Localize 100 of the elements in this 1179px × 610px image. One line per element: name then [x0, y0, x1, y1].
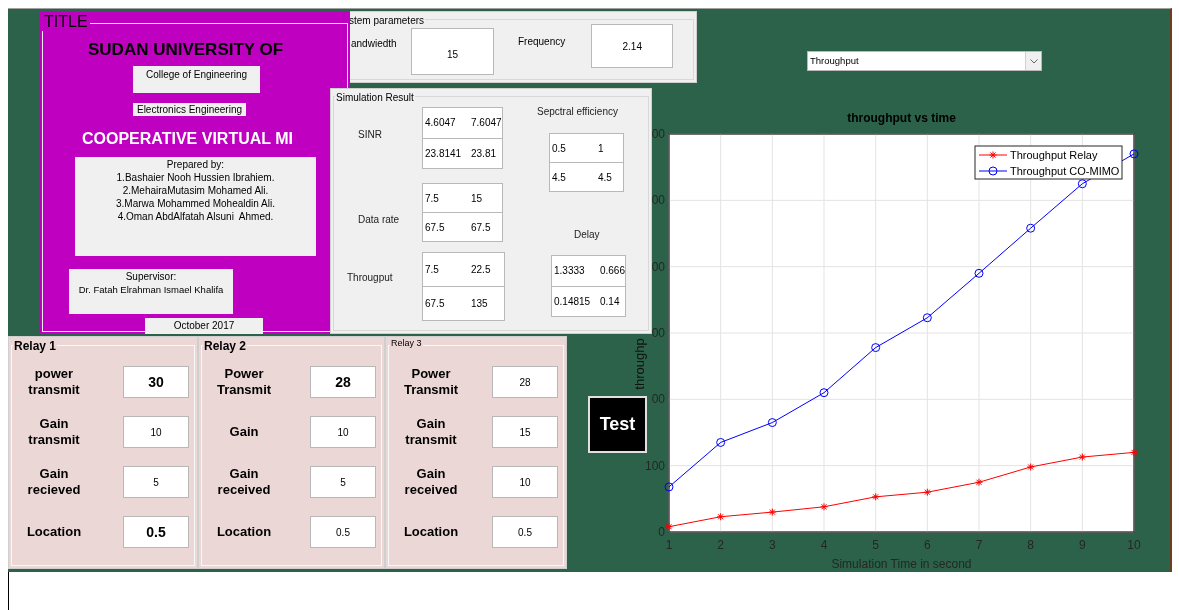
field-label: Location — [25, 524, 83, 540]
x-tick-label: 5 — [872, 538, 879, 552]
y-tick-label: 100 — [644, 458, 665, 473]
y-axis-label: throughp — [632, 338, 647, 390]
panel-title: Relay 3 — [390, 337, 423, 351]
x-tick-label: 6 — [924, 538, 931, 552]
table-cell-text: 0.666 — [599, 264, 625, 279]
author-name: 1.Bashaier Nooh Hussien Ibrahiem. — [116, 171, 275, 184]
field-label: Gain recieved — [26, 466, 82, 498]
college-label: College of Engineering — [133, 66, 260, 93]
data-point — [665, 522, 673, 531]
x-tick-label: 2 — [717, 538, 724, 552]
table-cell-text: 23.81 — [471, 146, 497, 161]
chart-title: throughput vs time — [847, 111, 956, 125]
data-point — [871, 343, 881, 353]
date-label: October 2017 — [145, 318, 263, 334]
table-cell-text: 67.5 — [425, 297, 446, 311]
result-label: Sepctral efficiency — [537, 105, 618, 119]
x-tick-label: 8 — [1027, 538, 1034, 552]
field-label: Power Transmit — [215, 366, 273, 398]
data-point — [1130, 448, 1138, 457]
input-field[interactable]: 15 — [492, 416, 558, 448]
result-label: Througput — [347, 271, 393, 285]
field-label: Frequency — [518, 34, 566, 49]
project-title: COOPERATIVE VIRTUAL MI — [82, 129, 293, 149]
table-cell-text: 67.5 — [471, 220, 491, 235]
table-cell-text: 1 — [598, 141, 604, 156]
input-field[interactable]: 5 — [310, 466, 376, 498]
field-label: Gain received — [216, 466, 272, 498]
legend-label: Throughput CO-MIMO — [1010, 165, 1120, 177]
data-point — [1129, 149, 1139, 159]
input-field[interactable]: 28 — [492, 366, 558, 398]
x-tick-label: 10 — [1127, 538, 1141, 552]
input-field[interactable]: 10 — [123, 416, 189, 448]
x-tick-label: 7 — [975, 538, 983, 552]
table-cell-text: 0.14815 — [554, 294, 592, 309]
table-cell-text: 7.6047 — [471, 116, 502, 131]
data-point — [974, 268, 984, 278]
university-name: SUDAN UNIVERSITY OF — [88, 39, 284, 61]
supervisor-name: Dr. Fatah Elrahman Ismael Khalifa — [78, 283, 224, 296]
chevron-down-icon — [1029, 58, 1038, 64]
plot-dropdown[interactable]: Throughput — [807, 51, 1042, 71]
table-cell-text: 67.5 — [425, 220, 446, 235]
table-cell-text: 0.14 — [600, 294, 620, 309]
table-cell-text: 135 — [471, 297, 488, 311]
x-tick-label: 4 — [820, 538, 828, 552]
result-label: Delay — [574, 228, 600, 242]
data-point — [1026, 223, 1036, 233]
input-field[interactable]: 5 — [123, 466, 189, 498]
input-field[interactable]: 0.5 — [123, 516, 189, 548]
data-point — [819, 388, 829, 398]
author-name: 2.MehairaMutasim Mohamed Ali. — [122, 184, 269, 197]
input-field[interactable]: 10 — [492, 466, 558, 498]
table-cell-text: 4.6047 — [425, 116, 457, 131]
x-axis-label: Simulation Time in second — [831, 557, 972, 571]
table-cell-text: 22.5 — [471, 263, 491, 277]
table-cell-text: 0.5 — [552, 141, 567, 156]
data-point — [664, 482, 674, 492]
data-point — [1026, 463, 1035, 471]
author-name: 4.Oman AbdAlfatah Alsuni Ahmed. — [117, 210, 274, 223]
input-field[interactable]: 15 — [411, 28, 494, 75]
table-cell-text: 7.5 — [425, 191, 440, 206]
authors-heading: Prepared by: — [166, 158, 225, 171]
data-point — [767, 418, 777, 428]
field-label: Gain transmit — [404, 416, 458, 448]
field-label: Gain received — [403, 466, 459, 498]
input-field[interactable]: 30 — [123, 366, 189, 398]
input-field[interactable]: 2.14 — [591, 24, 674, 68]
result-label: SINR — [358, 128, 382, 142]
panel-title: stem parameters — [348, 13, 426, 28]
table-cell-text: 15 — [471, 191, 483, 206]
data-point — [923, 488, 932, 497]
input-field[interactable]: 10 — [310, 416, 376, 448]
data-point — [716, 437, 726, 447]
table-cell-text: 4.5 — [552, 170, 567, 185]
field-label: power transmit — [27, 366, 81, 398]
input-field[interactable]: 28 — [310, 366, 376, 398]
legend-label: Throughput Relay — [1010, 149, 1098, 161]
data-point — [975, 478, 983, 487]
y-tick-label: 00 — [651, 392, 665, 407]
input-field[interactable]: 0.5 — [492, 516, 558, 548]
department-label: Electronics Engineering — [133, 103, 246, 116]
table-cell-text: 1.3333 — [554, 264, 586, 279]
table-cell-text: 7.5 — [425, 263, 440, 277]
data-point — [820, 502, 828, 511]
input-field[interactable]: 0.5 — [310, 516, 376, 548]
x-tick-label: 9 — [1079, 538, 1086, 552]
test-button[interactable]: Test — [588, 396, 647, 453]
y-tick-label: 00 — [651, 259, 665, 274]
data-point — [922, 313, 932, 323]
field-label: Location — [215, 524, 273, 540]
field-label: Power Transmit — [402, 366, 460, 398]
data-point — [1078, 453, 1087, 462]
table-cell-text: 23.8141 — [425, 146, 463, 161]
field-label: Gain transmit — [27, 416, 81, 448]
x-tick-label: 3 — [769, 538, 776, 552]
data-point — [768, 508, 777, 517]
y-tick-label: 00 — [651, 193, 665, 208]
data-point — [716, 512, 725, 521]
field-label: andwiedth — [351, 37, 398, 51]
